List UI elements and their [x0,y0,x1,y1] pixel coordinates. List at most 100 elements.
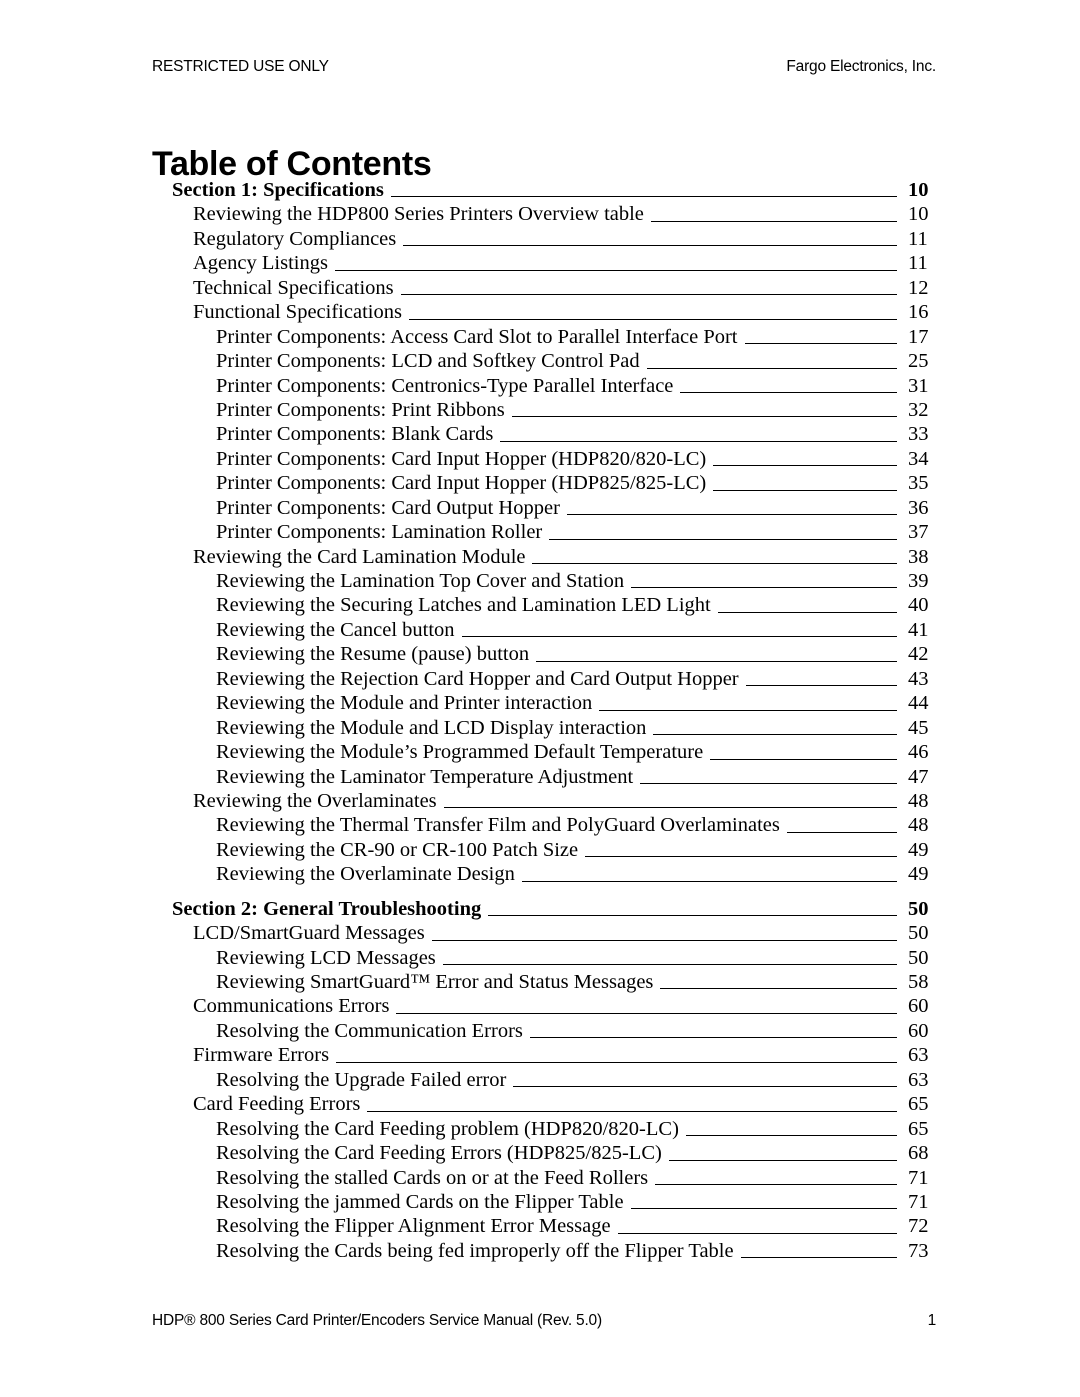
toc-entry-page-number: 44 [908,692,929,715]
toc-section-row[interactable]: Section 2: General Troubleshooting 50 [0,897,1080,921]
toc-entry-page-number: 39 [908,570,929,592]
toc-entry-row[interactable]: Resolving the jammed Cards on the Flippe… [0,1190,1080,1214]
toc-entry-row[interactable]: Printer Components: Centronics-Type Para… [0,374,1080,398]
toc-entry-row[interactable]: LCD/SmartGuard Messages 50 [0,921,1080,945]
toc-entry-row[interactable]: Technical Specifications 12 [0,276,1080,300]
toc-entry-row[interactable]: Reviewing the Cancel button 41 [0,618,1080,642]
toc-leader-line [668,1159,897,1161]
toc-entry-row[interactable]: Card Feeding Errors 65 [0,1092,1080,1116]
header-restricted-notice: RESTRICTED USE ONLY [152,58,329,75]
toc-entry-label: Functional Specifications [193,301,402,324]
toc-entry-label: Reviewing the Module and Printer interac… [216,692,593,715]
toc-entry-page-number: 32 [908,398,929,421]
toc-section-row[interactable]: Section 1: Specifications 10 [0,178,1080,202]
toc-entry-row[interactable]: Resolving the Communication Errors 60 [0,1019,1080,1043]
toc-leader-line [680,391,897,393]
toc-entry-row[interactable]: Reviewing the Thermal Transfer Film and … [0,813,1080,837]
toc-entry-page-number: 68 [908,1142,929,1165]
toc-entry-row[interactable]: Printer Components: Print Ribbons 32 [0,398,1080,422]
toc-entry-label: Section 2: General Troubleshooting [172,897,482,920]
toc-entry-row[interactable]: Reviewing the Module and Printer interac… [0,691,1080,715]
toc-entry-page-number: 65 [908,1117,929,1140]
toc-entry-label: Reviewing the Laminator Temperature Adju… [216,765,634,788]
toc-entry-row[interactable]: Regulatory Compliances 11 [0,227,1080,251]
toc-entry-row[interactable]: Printer Components: Blank Cards 33 [0,422,1080,446]
toc-entry-row[interactable]: Reviewing the Module and LCD Display int… [0,716,1080,740]
toc-entry-row[interactable]: Resolving the Cards being fed improperly… [0,1239,1080,1263]
toc-entry-row[interactable]: Reviewing the Module’s Programmed Defaul… [0,740,1080,764]
toc-entry-label: Printer Components: Card Output Hopper [216,496,560,519]
toc-entry-row[interactable]: Reviewing the HDP800 Series Printers Ove… [0,202,1080,226]
toc-leader-line [740,1256,897,1259]
toc-entry-page-number: 50 [908,922,929,945]
toc-leader-line [461,635,897,638]
toc-entry-page-number: 73 [908,1239,929,1262]
toc-entry-row[interactable]: Reviewing the Card Lamination Module 38 [0,545,1080,569]
toc-entry-label: Reviewing the Cancel button [216,618,455,641]
toc-entry-row[interactable]: Reviewing the Overlaminates 48 [0,789,1080,813]
toc-leader-line [585,855,897,858]
toc-entry-row[interactable]: Resolving the stalled Cards on or at the… [0,1166,1080,1190]
toc-leader-line [549,538,897,540]
toc-entry-page-number: 60 [908,1019,929,1042]
toc-entry-row[interactable]: Printer Components: Lamination Roller 37 [0,520,1080,544]
toc-entry-row[interactable]: Reviewing LCD Messages 50 [0,946,1080,970]
toc-entry-row[interactable]: Printer Components: Card Output Hopper 36 [0,496,1080,520]
toc-entry-row[interactable]: Reviewing SmartGuard™ Error and Status M… [0,970,1080,994]
toc-entry-page-number: 38 [908,545,929,568]
toc-entry-row[interactable]: Printer Components: LCD and Softkey Cont… [0,349,1080,373]
toc-entry-row[interactable]: Reviewing the Laminator Temperature Adju… [0,765,1080,789]
toc-entry-row[interactable]: Resolving the Card Feeding Errors (HDP82… [0,1141,1080,1165]
toc-leader-line [713,489,897,491]
toc-leader-line [650,220,897,222]
toc-entry-page-number: 71 [908,1190,929,1213]
toc-entry-row[interactable]: Functional Specifications 16 [0,300,1080,324]
toc-entry-label: Resolving the Upgrade Failed error [216,1068,507,1091]
toc-entry-label: Printer Components: Blank Cards [216,423,494,446]
footer-page-number: 1 [927,1312,937,1329]
toc-entry-row[interactable]: Communications Errors 60 [0,994,1080,1018]
toc-entry-page-number: 49 [908,863,929,886]
toc-entry-label: Communications Errors [193,995,390,1018]
toc-leader-line [660,987,897,990]
toc-entry-row[interactable]: Reviewing the CR-90 or CR-100 Patch Size… [0,838,1080,862]
toc-leader-line [744,342,897,345]
toc-entry-page-number: 10 [908,203,929,226]
toc-leader-line [500,440,897,442]
toc-entry-row[interactable]: Printer Components: Card Input Hopper (H… [0,471,1080,495]
toc-entry-page-number: 48 [908,814,929,837]
page-title: Table of Contents [152,144,432,183]
toc-entry-page-number: 33 [908,423,929,446]
toc-leader-line [713,464,897,467]
toc-entry-page-number: 34 [908,447,929,470]
toc-entry-page-number: 16 [908,301,929,324]
toc-entry-row[interactable]: Reviewing the Resume (pause) button 42 [0,642,1080,666]
toc-entry-label: Resolving the Card Feeding Errors (HDP82… [216,1142,662,1165]
toc-entry-row[interactable]: Resolving the Flipper Alignment Error Me… [0,1214,1080,1238]
toc-entry-row[interactable]: Printer Components: Card Input Hopper (H… [0,447,1080,471]
toc-entry-page-number: 12 [908,276,929,299]
toc-entry-row[interactable]: Reviewing the Rejection Card Hopper and … [0,667,1080,691]
toc-entry-page-number: 35 [908,472,929,495]
toc-entry-row[interactable]: Reviewing the Securing Latches and Lamin… [0,593,1080,617]
toc-entry-label: Reviewing the Lamination Top Cover and S… [216,570,625,592]
toc-leader-line [631,586,897,589]
toc-leader-line [400,293,897,296]
toc-entry-page-number: 40 [908,594,929,617]
toc-leader-line [513,1085,897,1088]
running-header: RESTRICTED USE ONLY Fargo Electronics, I… [152,58,936,76]
toc-entry-label: Printer Components: Card Input Hopper (H… [216,472,707,495]
toc-leader-line [334,269,897,271]
toc-entry-row[interactable]: Reviewing the Overlaminate Design 49 [0,862,1080,886]
toc-leader-line [367,1110,897,1112]
toc-entry-label: Reviewing the Securing Latches and Lamin… [216,594,711,617]
toc-entry-row[interactable]: Agency Listings 11 [0,251,1080,275]
toc-entry-row[interactable]: Firmware Errors 63 [0,1043,1080,1067]
toc-leader-line [511,415,897,418]
toc-entry-row[interactable]: Resolving the Upgrade Failed error 63 [0,1068,1080,1092]
toc-entry-row[interactable]: Resolving the Card Feeding problem (HDP8… [0,1117,1080,1141]
toc-entry-row[interactable]: Printer Components: Access Card Slot to … [0,325,1080,349]
toc-entry-label: Section 1: Specifications [172,179,384,201]
toc-entry-row[interactable]: Reviewing the Lamination Top Cover and S… [0,569,1080,593]
toc-leader-line [617,1232,897,1234]
